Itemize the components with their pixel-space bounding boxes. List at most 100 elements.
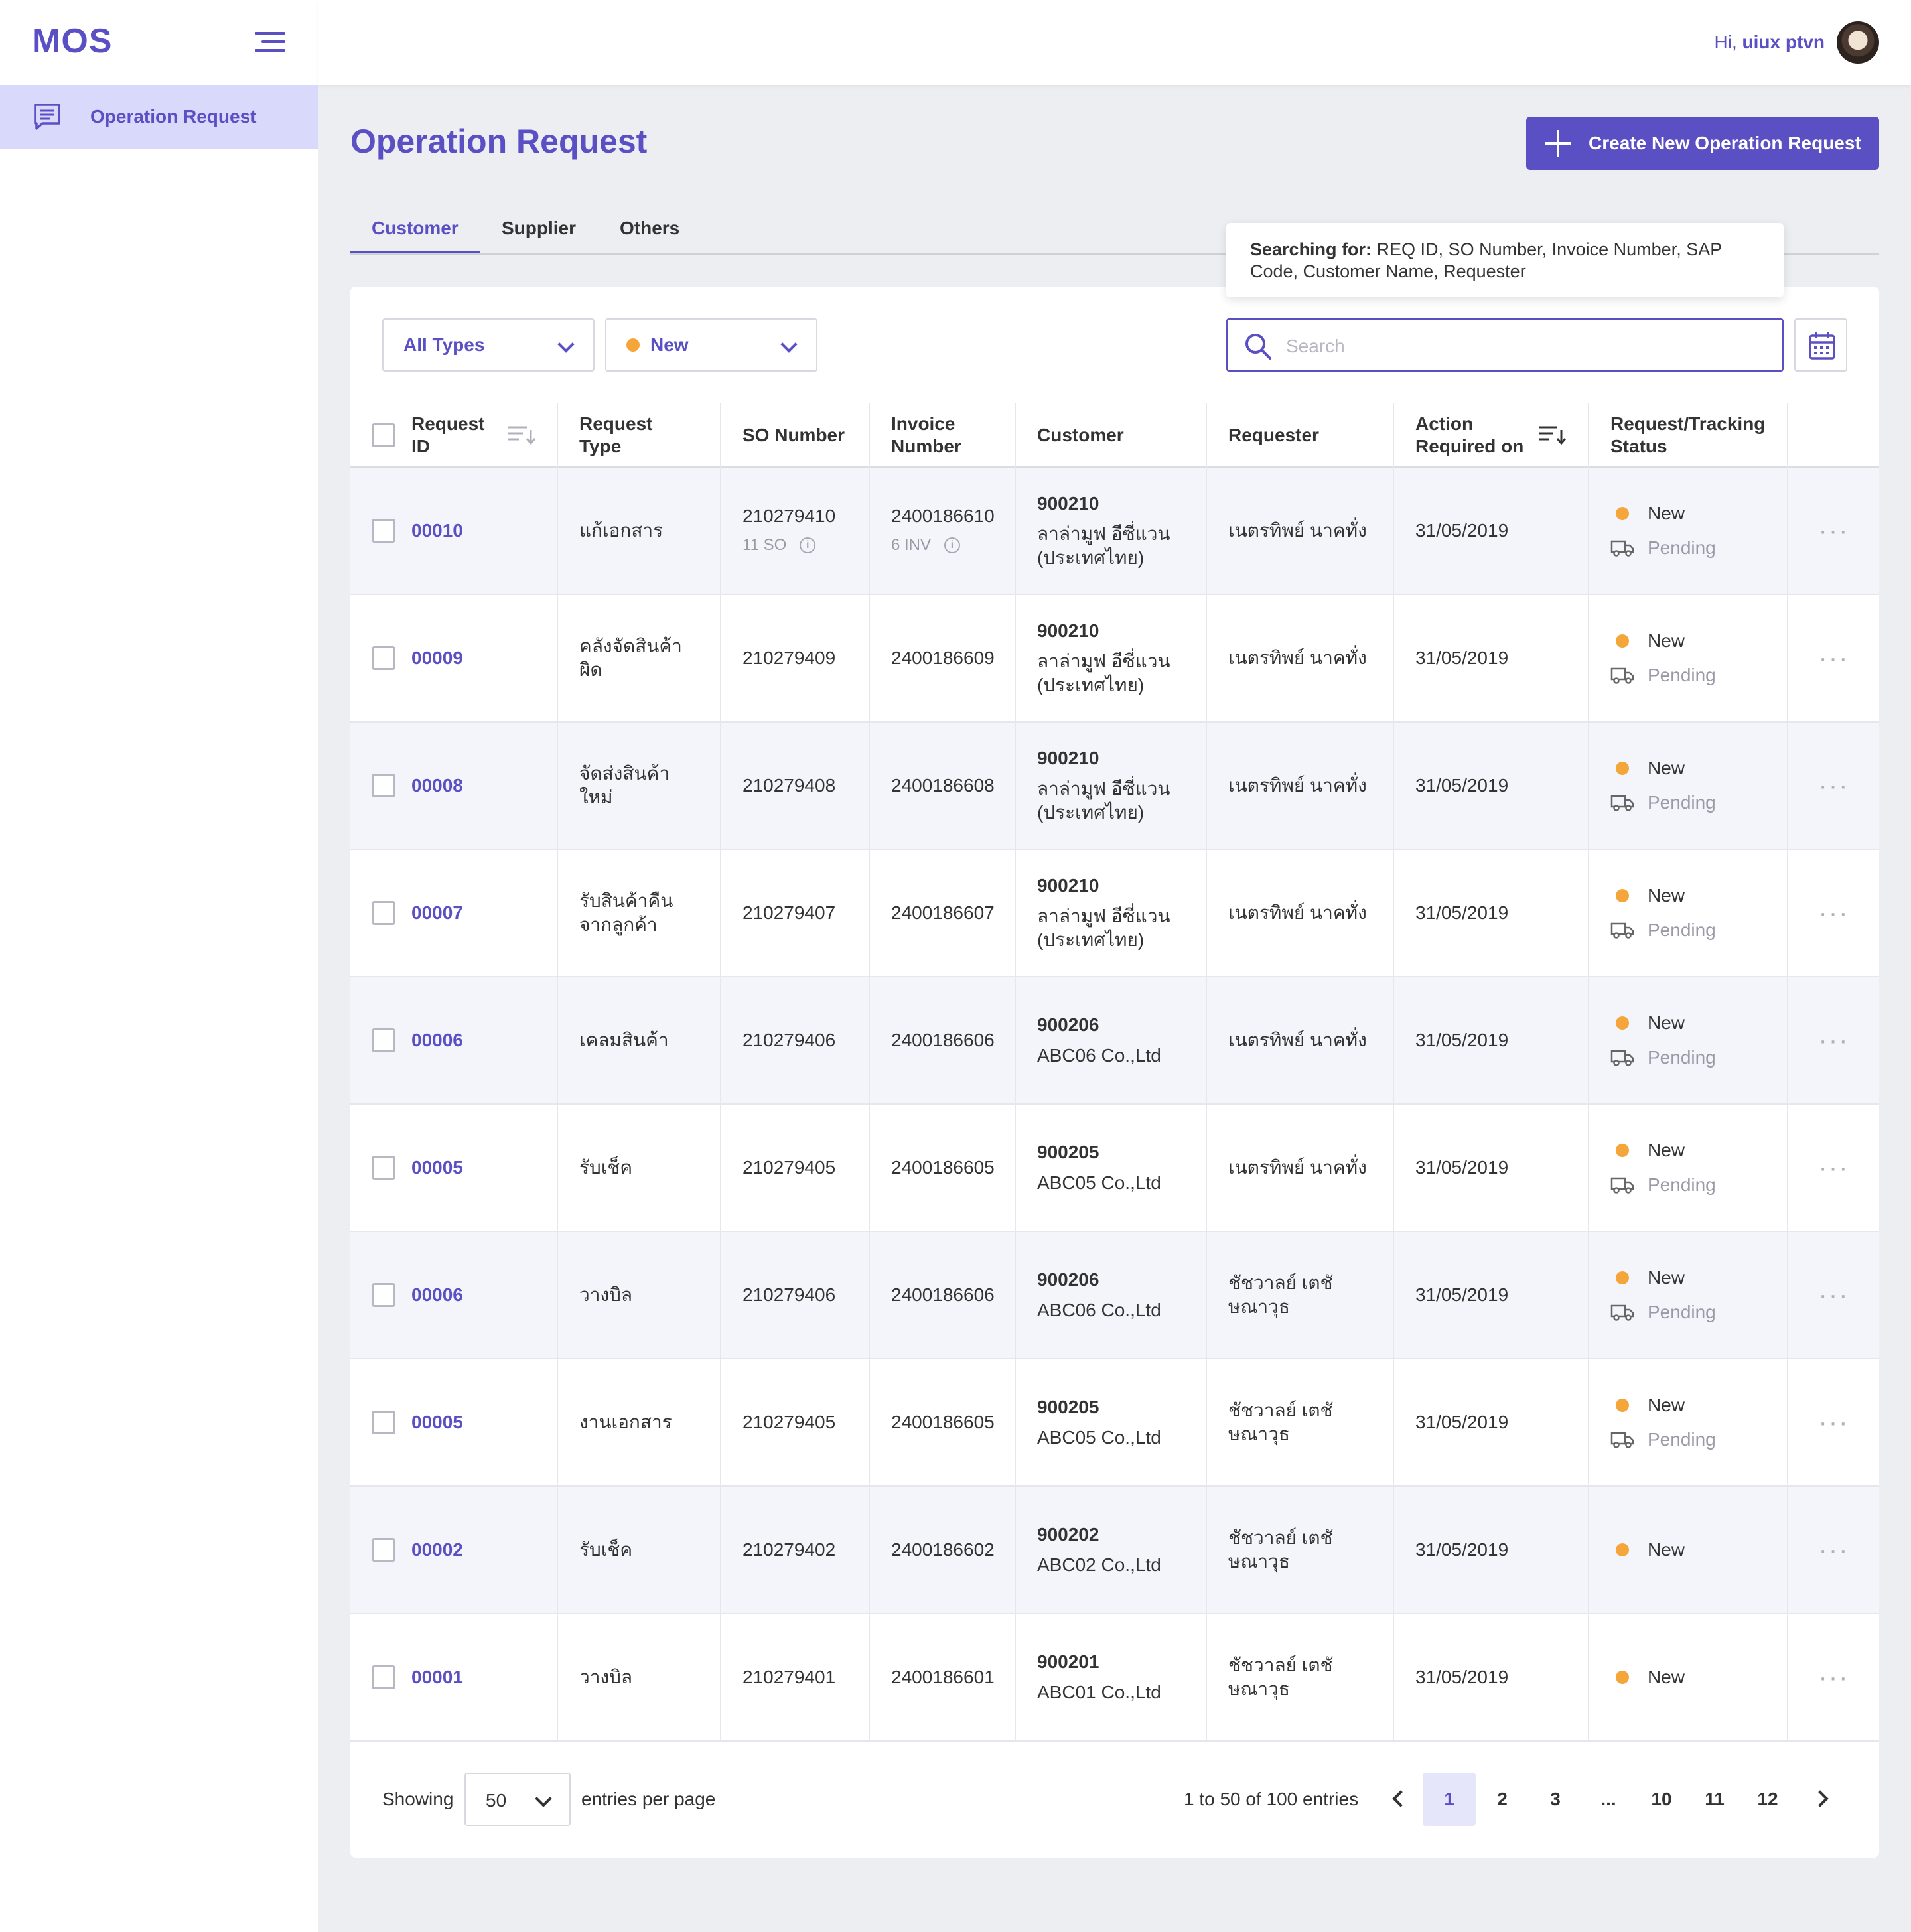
cell-status: New Pending bbox=[1589, 849, 1788, 977]
table-row[interactable]: 00008 จัดส่งสินค้าใหม่ 210279408 2400186608… bbox=[350, 722, 1879, 849]
truck-icon bbox=[1610, 1050, 1634, 1066]
app-logo[interactable]: MOS bbox=[32, 21, 112, 61]
tab-supplier[interactable]: Supplier bbox=[502, 218, 576, 255]
table-row[interactable]: 00007 รับสินค้าคืนจากลูกค้า 210279407 24001… bbox=[350, 849, 1879, 977]
request-id-link[interactable]: 00010 bbox=[411, 519, 463, 543]
invoice-number: 2400186607 bbox=[891, 902, 995, 923]
inv-count[interactable]: 6 INV i bbox=[891, 533, 993, 557]
page-button[interactable]: 1 bbox=[1423, 1773, 1476, 1826]
status-dot-icon bbox=[626, 338, 640, 352]
request-id-link[interactable]: 00001 bbox=[411, 1665, 463, 1689]
table-row[interactable]: 00005 งานเอกสาร 210279405 2400186605 900205 A… bbox=[350, 1359, 1879, 1486]
search-icon bbox=[1245, 334, 1271, 360]
menu-toggle-icon[interactable] bbox=[255, 31, 285, 53]
status-dot-icon bbox=[1616, 634, 1629, 648]
tab-customer[interactable]: Customer bbox=[372, 218, 459, 255]
cell-status: New Pending bbox=[1589, 977, 1788, 1104]
so-count[interactable]: 11 SO i bbox=[743, 533, 847, 557]
cell-request-id: 00006 bbox=[350, 977, 558, 1104]
request-id-link[interactable]: 00008 bbox=[411, 774, 463, 797]
request-id-link[interactable]: 00005 bbox=[411, 1156, 463, 1180]
page-button[interactable]: 10 bbox=[1635, 1773, 1688, 1826]
more-actions-icon[interactable]: ··· bbox=[1788, 594, 1879, 722]
row-checkbox[interactable] bbox=[372, 774, 395, 797]
more-actions-icon[interactable]: ··· bbox=[1788, 1486, 1879, 1614]
cell-so-number: 210279408 bbox=[721, 722, 870, 849]
table-row[interactable]: 00002 รับเช็ค 210279402 2400186602 900202 ABC… bbox=[350, 1486, 1879, 1614]
row-checkbox[interactable] bbox=[372, 1028, 395, 1052]
prev-page-icon[interactable] bbox=[1392, 1790, 1409, 1807]
page-button[interactable]: 12 bbox=[1741, 1773, 1794, 1826]
row-checkbox[interactable] bbox=[372, 519, 395, 543]
page-button[interactable]: 3 bbox=[1529, 1773, 1582, 1826]
request-id-link[interactable]: 00006 bbox=[411, 1028, 463, 1052]
cell-request-id: 00002 bbox=[350, 1486, 558, 1614]
more-actions-icon[interactable]: ··· bbox=[1788, 849, 1879, 977]
header-label: Invoice Number bbox=[891, 413, 961, 456]
cell-customer: 900210 ลาล่ามูฟ อีซี่แวน (ประเทศไทย) bbox=[1015, 722, 1207, 849]
row-checkbox[interactable] bbox=[372, 1665, 395, 1689]
search-tooltip: Searching for: REQ ID, SO Number, Invoic… bbox=[1226, 223, 1784, 297]
so-number: 210279406 bbox=[743, 1284, 836, 1305]
header-label: Request ID bbox=[411, 413, 485, 456]
cell-action-date: 31/05/2019 bbox=[1393, 849, 1589, 977]
header-request-id[interactable]: Request ID bbox=[350, 403, 558, 467]
more-actions-icon[interactable]: ··· bbox=[1788, 467, 1879, 594]
sort-icon[interactable] bbox=[1537, 425, 1567, 445]
calendar-button[interactable] bbox=[1794, 318, 1847, 372]
search-input[interactable]: Search bbox=[1226, 318, 1784, 372]
truck-icon bbox=[1610, 1432, 1634, 1448]
more-actions-icon[interactable]: ··· bbox=[1788, 1104, 1879, 1231]
more-actions-icon[interactable]: ··· bbox=[1788, 1614, 1879, 1741]
request-id-link[interactable]: 00007 bbox=[411, 901, 463, 925]
header-label: Action Required on bbox=[1415, 413, 1524, 456]
more-actions-icon[interactable]: ··· bbox=[1788, 722, 1879, 849]
tab-others[interactable]: Others bbox=[620, 218, 679, 255]
table-row[interactable]: 00006 วางบิล 210279406 2400186606 900206 ABC0… bbox=[350, 1231, 1879, 1359]
info-icon[interactable]: i bbox=[800, 537, 816, 553]
user-greeting[interactable]: Hi, uiux ptvn bbox=[1715, 32, 1825, 53]
request-id-link[interactable]: 00006 bbox=[411, 1283, 463, 1307]
row-checkbox[interactable] bbox=[372, 1411, 395, 1434]
page-button[interactable]: 11 bbox=[1688, 1773, 1741, 1826]
more-actions-icon[interactable]: ··· bbox=[1788, 1231, 1879, 1359]
status-filter-dropdown[interactable]: New bbox=[605, 318, 817, 372]
table-row[interactable]: 00010 แก้เอกสาร 210279410 11 SO i 2400186610 6… bbox=[350, 467, 1879, 594]
table-row[interactable]: 00009 คลังจัดสินค้าผิด 210279409 2400186609… bbox=[350, 594, 1879, 722]
cell-customer: 900210 ลาล่ามูฟ อีซี่แวน (ประเทศไทย) bbox=[1015, 467, 1207, 594]
table-row[interactable]: 00005 รับเช็ค 210279405 2400186605 900205 ABC… bbox=[350, 1104, 1879, 1231]
request-id-link[interactable]: 00005 bbox=[411, 1411, 463, 1434]
cell-action-date: 31/05/2019 bbox=[1393, 1359, 1589, 1486]
sort-icon[interactable] bbox=[507, 425, 536, 445]
cell-so-number: 210279409 bbox=[721, 594, 870, 722]
table-row[interactable]: 00006 เคลมสินค้า 210279406 2400186606 900206… bbox=[350, 977, 1879, 1104]
more-actions-icon[interactable]: ··· bbox=[1788, 1359, 1879, 1486]
cell-invoice-number: 2400186605 bbox=[869, 1359, 1016, 1486]
row-checkbox[interactable] bbox=[372, 1156, 395, 1180]
row-checkbox[interactable] bbox=[372, 1283, 395, 1307]
info-icon[interactable]: i bbox=[944, 537, 961, 553]
row-checkbox[interactable] bbox=[372, 901, 395, 925]
header-action-required[interactable]: Action Required on bbox=[1393, 403, 1589, 467]
status-label: New bbox=[1648, 1012, 1685, 1033]
row-checkbox[interactable] bbox=[372, 646, 395, 670]
cell-invoice-number: 2400186606 bbox=[869, 977, 1016, 1104]
page-button[interactable]: 2 bbox=[1476, 1773, 1529, 1826]
request-id-link[interactable]: 00002 bbox=[411, 1538, 463, 1562]
per-page-dropdown[interactable]: 50 bbox=[464, 1773, 571, 1826]
select-all-checkbox[interactable] bbox=[372, 423, 395, 447]
sidebar-item-operation-request[interactable]: Operation Request bbox=[0, 85, 318, 149]
invoice-number: 2400186605 bbox=[891, 1157, 995, 1178]
status-label: New bbox=[1648, 630, 1685, 651]
tooltip-title: Searching for: bbox=[1250, 240, 1372, 259]
table-row[interactable]: 00001 วางบิล 210279401 2400186601 900201 ABC0… bbox=[350, 1614, 1879, 1741]
cell-status: New Pending bbox=[1589, 1104, 1788, 1231]
next-page-icon[interactable] bbox=[1811, 1790, 1829, 1807]
avatar[interactable] bbox=[1837, 21, 1879, 64]
create-request-button[interactable]: Create New Operation Request bbox=[1526, 117, 1879, 170]
type-filter-dropdown[interactable]: All Types bbox=[382, 318, 595, 372]
header-requester: Requester bbox=[1206, 403, 1394, 467]
request-id-link[interactable]: 00009 bbox=[411, 646, 463, 670]
more-actions-icon[interactable]: ··· bbox=[1788, 977, 1879, 1104]
row-checkbox[interactable] bbox=[372, 1538, 395, 1562]
